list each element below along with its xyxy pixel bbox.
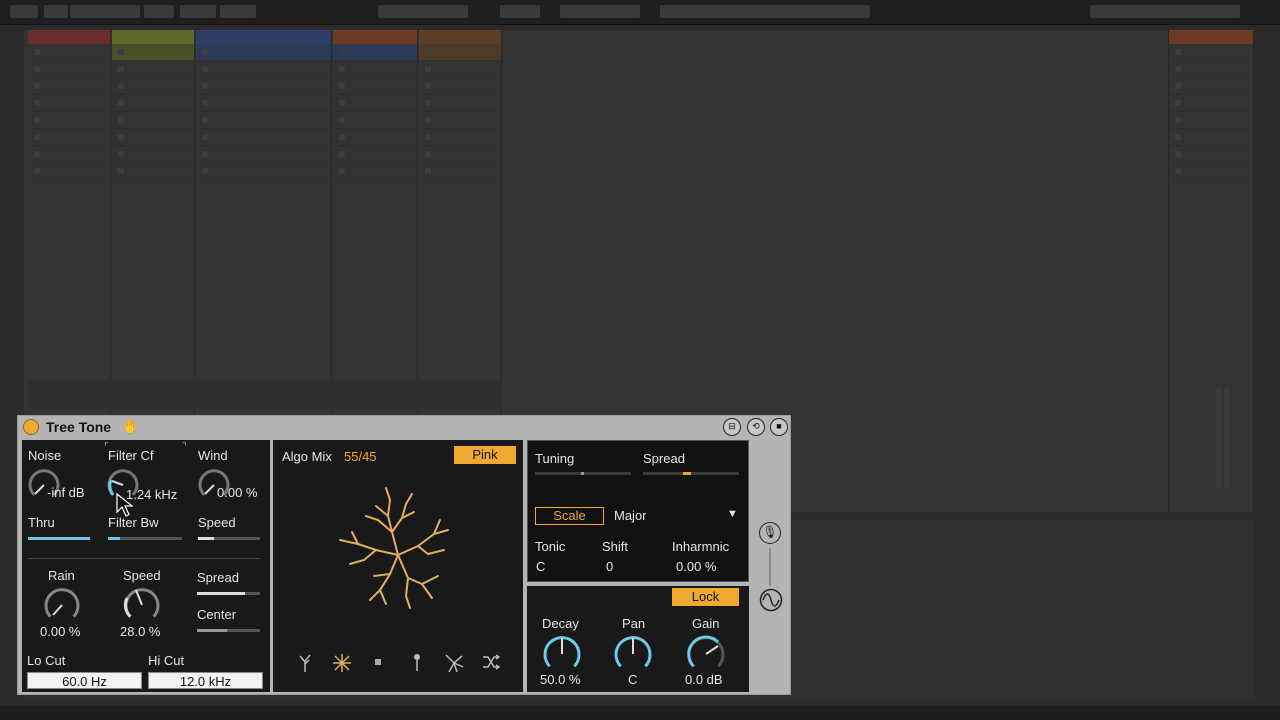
gain-value: 0.0 dB	[685, 672, 723, 687]
divider	[28, 558, 260, 559]
track-header[interactable]	[419, 30, 501, 44]
sine-icon[interactable]	[759, 588, 783, 612]
pan-knob[interactable]	[613, 634, 653, 674]
transport-bar	[0, 0, 1280, 25]
spread-label: Spread	[197, 570, 239, 585]
scale-dropdown[interactable]: Major	[614, 508, 647, 523]
filter-cf-value: 1.24 kHz	[126, 487, 178, 502]
hand-icon: ✋	[122, 418, 140, 434]
tree-icon[interactable]	[297, 652, 313, 672]
pin-icon[interactable]	[411, 652, 423, 672]
tap-button[interactable]	[44, 5, 68, 18]
position-box[interactable]	[378, 5, 468, 18]
quantize-box[interactable]	[220, 5, 256, 18]
tuning-section: Tuning Spread Scale Major ▼ Tonic C Shif…	[527, 440, 749, 582]
speed-label: Speed	[123, 568, 161, 583]
algo-mix-value[interactable]: 55/45	[344, 449, 377, 464]
track-header[interactable]	[28, 30, 110, 44]
tonic-value[interactable]: C	[536, 559, 545, 574]
thru-label: Thru	[28, 515, 55, 530]
bpm-box[interactable]	[70, 5, 140, 18]
output-section: Lock Decay 50.0 % Pan C Gain 0.0 dB	[527, 586, 749, 692]
center-label: Center	[197, 607, 237, 622]
pan-value: C	[628, 672, 638, 687]
pan-label: Pan	[622, 616, 646, 631]
burst-icon[interactable]	[443, 652, 465, 674]
gain-label: Gain	[692, 616, 720, 631]
thru-slider[interactable]	[28, 537, 90, 540]
speed-top-label: Speed	[198, 515, 236, 530]
dot-icon[interactable]	[374, 658, 382, 666]
key-midi-box[interactable]	[1090, 5, 1240, 18]
metronome-box[interactable]	[180, 5, 216, 18]
wind-label: Wind	[198, 448, 228, 463]
mic-icon[interactable]: 🎙	[759, 522, 781, 544]
wind-value: 0.00 %	[217, 485, 258, 500]
noise-value: -inf dB	[47, 485, 85, 500]
inharmonic-value[interactable]: 0.00 %	[676, 559, 716, 574]
tuning-spread-label: Spread	[643, 451, 685, 466]
power-icon[interactable]	[23, 419, 39, 435]
decay-value: 50.0 %	[540, 672, 581, 687]
rain-knob[interactable]	[43, 586, 81, 624]
pink-button[interactable]: Pink	[454, 446, 516, 464]
shift-value[interactable]: 0	[606, 559, 613, 574]
inharmonic-label: Inharmnic	[672, 539, 730, 554]
gain-knob[interactable]	[686, 634, 726, 674]
mode-divider	[769, 548, 771, 586]
rain-value: 0.00 %	[40, 624, 81, 639]
track-header[interactable]	[333, 30, 417, 44]
save-preset-icon[interactable]: ■	[770, 418, 788, 436]
noise-label: Noise	[28, 448, 62, 463]
mouse-cursor	[116, 492, 133, 517]
shuffle-icon[interactable]	[482, 654, 500, 670]
speed-value: 28.0 %	[120, 624, 161, 639]
device-title-bar[interactable]: Tree Tone ✋ ⊟ ⟲ ■	[18, 416, 790, 438]
noise-section: Noise -inf dB ⌜ ⌝ Filter Cf 1.24 kHz Win…	[22, 440, 270, 692]
tuning-label: Tuning	[535, 451, 575, 466]
chevron-down-icon[interactable]: ▼	[727, 508, 738, 520]
decay-label: Decay	[542, 616, 579, 631]
record-controls[interactable]	[560, 5, 640, 18]
shift-label: Shift	[602, 539, 629, 554]
transport-controls[interactable]	[500, 5, 540, 18]
hi-cut-label: Hi Cut	[148, 653, 185, 668]
algo-mix-label: Algo Mix	[282, 449, 332, 464]
branch-icon[interactable]	[331, 652, 353, 674]
tree-tone-device: Tree Tone ✋ ⊟ ⟲ ■ Noise -inf dB ⌜ ⌝ Filt…	[17, 415, 791, 695]
algo-section: Algo Mix 55/45 Pink	[273, 440, 523, 692]
side-controls: 🎙	[753, 440, 789, 692]
range-bracket: ⌝	[182, 442, 187, 453]
hi-cut-field[interactable]: 12.0 kHz	[148, 672, 263, 689]
tonic-label: Tonic	[535, 539, 566, 554]
scale-button[interactable]: Scale	[535, 507, 604, 525]
device-name: Tree Tone	[46, 419, 112, 435]
status-bar	[0, 706, 1280, 720]
tree-visualization	[339, 487, 449, 609]
master-meter	[1216, 388, 1222, 488]
lo-cut-field[interactable]: 60.0 Hz	[27, 672, 142, 689]
lo-cut-label: Lo Cut	[27, 653, 66, 668]
expand-icon[interactable]: ⊟	[723, 418, 741, 436]
tempo-box[interactable]	[10, 5, 38, 18]
filter-cf-label: Filter Cf	[108, 448, 154, 463]
track-header[interactable]	[1169, 30, 1253, 44]
signature-box[interactable]	[144, 5, 174, 18]
speed-knob[interactable]	[123, 586, 161, 624]
lock-button[interactable]: Lock	[672, 588, 739, 606]
rain-label: Rain	[48, 568, 75, 583]
hot-swap-icon[interactable]: ⟲	[747, 418, 765, 436]
decay-knob[interactable]	[542, 634, 582, 674]
loop-box[interactable]	[660, 5, 870, 18]
track-master	[1168, 30, 1254, 512]
track-header[interactable]	[196, 30, 331, 44]
track-header[interactable]	[112, 30, 194, 44]
master-meter	[1224, 388, 1230, 488]
tuning-spread-slider[interactable]	[643, 472, 739, 475]
mixer-strip	[28, 380, 502, 410]
